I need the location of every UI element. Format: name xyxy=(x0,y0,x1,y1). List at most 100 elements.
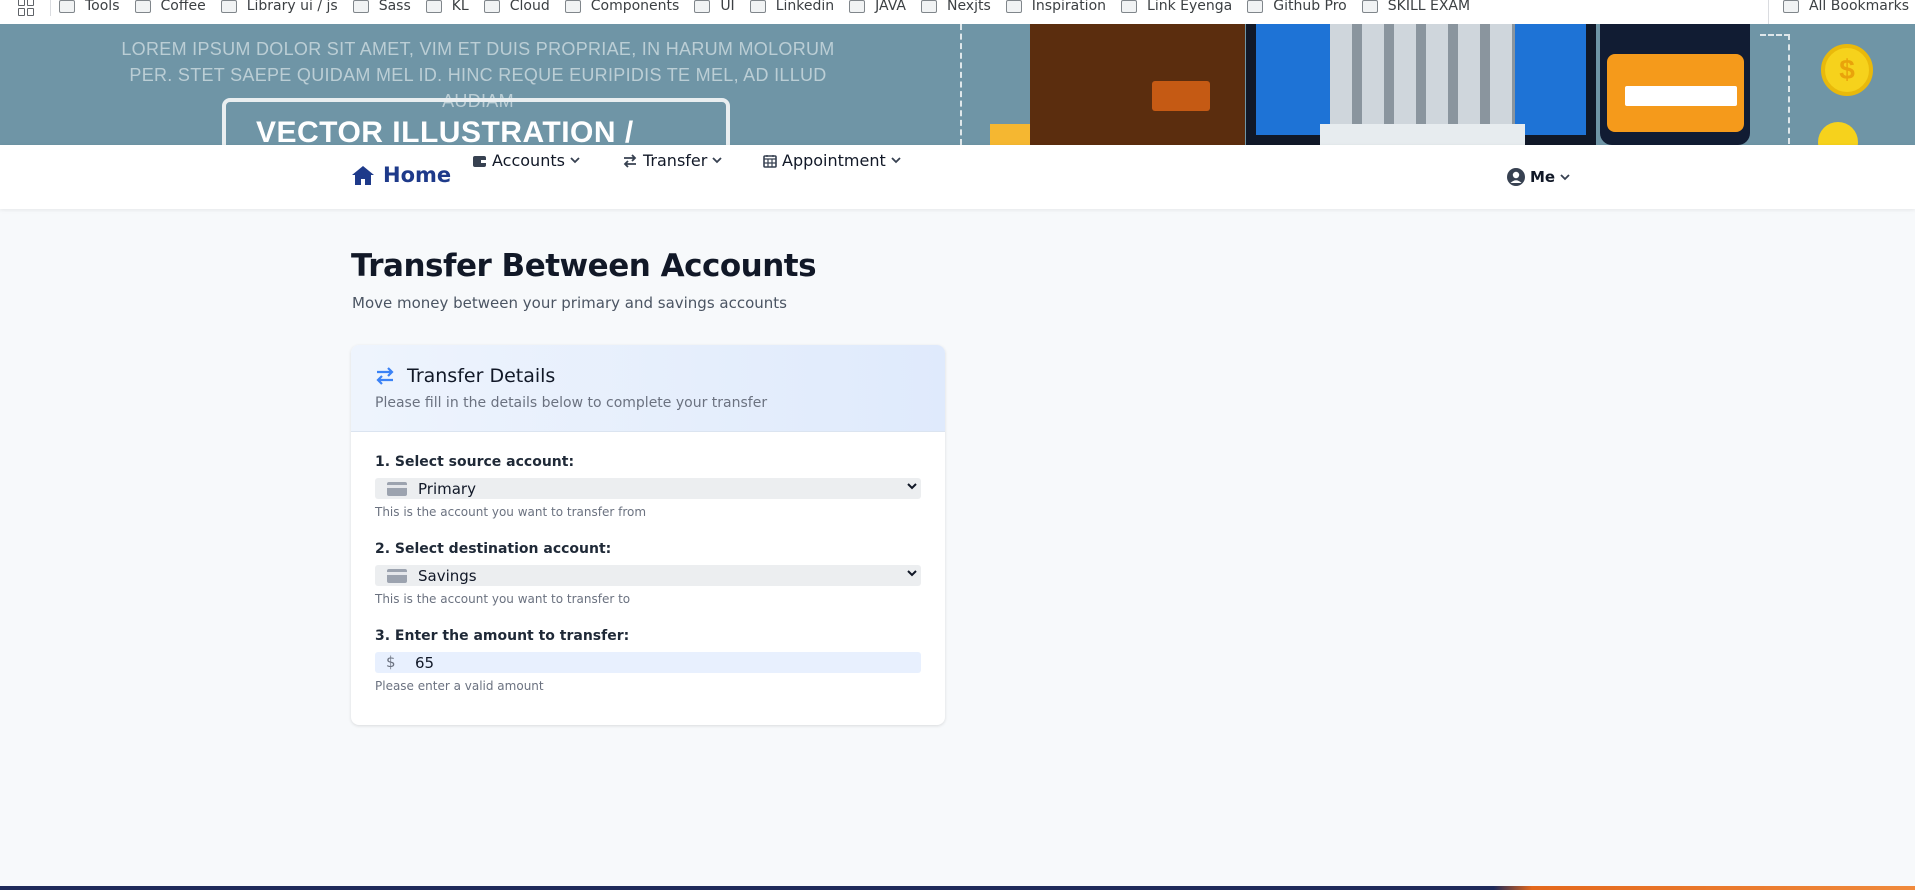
bookmark-folder[interactable]: Cloud xyxy=(483,0,550,14)
top-navbar: Home Accounts Transfer Appointment Me xyxy=(0,145,1915,209)
amount-field: 3. Enter the amount to transfer: $ Pleas… xyxy=(375,628,921,693)
all-bookmarks-label: All Bookmarks xyxy=(1808,0,1909,14)
calendar-icon xyxy=(763,154,777,168)
home-icon xyxy=(352,165,374,185)
bookmark-label: Cloud xyxy=(509,0,550,14)
folder-icon xyxy=(1247,0,1264,13)
bookmark-label: Inspiration xyxy=(1031,0,1107,14)
bookmark-folder[interactable]: Library ui / js xyxy=(220,0,338,14)
source-account-label: 1. Select source account: xyxy=(375,454,575,470)
bookmark-folder[interactable]: Nexjts xyxy=(920,0,991,14)
nav-accounts-dropdown[interactable]: Accounts xyxy=(472,151,585,170)
page-subtitle: Move money between your primary and savi… xyxy=(352,294,787,312)
folder-icon xyxy=(749,0,766,13)
bookmark-folder[interactable]: Tools xyxy=(59,0,120,14)
bookmark-label: Tools xyxy=(85,0,120,14)
transfer-arrows-icon xyxy=(623,153,637,168)
card-body: 1. Select source account: Primary This i… xyxy=(351,432,945,725)
folder-icon xyxy=(849,0,866,13)
bookmark-label: SKILL EXAM xyxy=(1387,0,1471,14)
destination-account-help: This is the account you want to transfer… xyxy=(375,592,631,606)
credit-card-icon xyxy=(387,569,407,583)
coin-icon xyxy=(1818,122,1858,145)
card-stripe xyxy=(1625,86,1737,106)
bookmark-label: Coffee xyxy=(160,0,206,14)
bookmark-label: Sass xyxy=(378,0,411,14)
bookmark-folder[interactable]: SKILL EXAM xyxy=(1361,0,1471,14)
chevron-down-icon xyxy=(570,157,580,164)
bookmark-folder[interactable]: JAVA xyxy=(849,0,906,14)
destination-account-label: 2. Select destination account: xyxy=(375,541,612,557)
bookmark-folder[interactable]: KL xyxy=(425,0,469,14)
bookmark-label: UI xyxy=(720,0,735,14)
bookmark-label: Github Pro xyxy=(1273,0,1347,14)
amount-input[interactable] xyxy=(415,652,915,673)
bookmark-label: KL xyxy=(451,0,469,14)
user-menu-dropdown[interactable]: Me xyxy=(1506,167,1570,187)
banner-badge: VECTOR ILLUSTRATION / EPS 10 xyxy=(222,98,730,145)
all-bookmarks[interactable]: All Bookmarks xyxy=(1767,0,1915,24)
destination-account-select[interactable]: Savings xyxy=(375,565,921,586)
folder-icon xyxy=(920,0,937,13)
source-account-field: 1. Select source account: Primary This i… xyxy=(375,454,921,519)
credit-card-icon xyxy=(387,482,407,496)
folder-icon xyxy=(483,0,500,13)
transfer-arrows-icon xyxy=(376,367,394,385)
bookmark-label: Link Eyenga xyxy=(1147,0,1233,14)
chevron-down-icon xyxy=(1560,173,1570,180)
box-highlight xyxy=(1152,81,1210,111)
nav-accounts-label: Accounts xyxy=(492,151,565,170)
page-title: Transfer Between Accounts xyxy=(351,248,817,284)
transfer-details-card: Transfer Details Please fill in the deta… xyxy=(351,345,945,725)
dollar-sign-icon: $ xyxy=(386,653,396,671)
bookmark-folder[interactable]: Sass xyxy=(352,0,411,14)
folder-icon xyxy=(1121,0,1138,13)
nav-home-link[interactable]: Home xyxy=(351,163,451,187)
folder-icon xyxy=(425,0,442,13)
bookmark-folder[interactable]: Linkedin xyxy=(749,0,835,14)
bookmark-folder[interactable]: Github Pro xyxy=(1247,0,1347,14)
coin-icon: $ xyxy=(1821,44,1873,96)
bookmarks-list: Tools Coffee Library ui / js Sass KL Cloud Com… xyxy=(59,0,1485,14)
folder-icon xyxy=(694,0,711,13)
folder-icon xyxy=(352,0,369,13)
amount-help: Please enter a valid amount xyxy=(375,679,544,693)
nav-appointment-label: Appointment xyxy=(782,151,886,170)
card-title-label: Transfer Details xyxy=(407,365,556,387)
hero-banner: LOREM IPSUM DOLOR SIT AMET, VIM ET DUIS … xyxy=(0,24,1915,145)
bookmarks-bar: Tools Coffee Library ui / js Sass KL Cloud Com… xyxy=(0,0,1915,24)
nav-home-label: Home xyxy=(383,163,452,187)
bottom-accent-bar xyxy=(0,886,1915,890)
source-account-select[interactable]: Primary xyxy=(375,478,921,499)
bookmark-folder[interactable]: Inspiration xyxy=(1005,0,1107,14)
destination-account-value: Savings xyxy=(418,567,477,585)
source-account-value: Primary xyxy=(418,480,476,498)
bank-base xyxy=(1320,124,1525,145)
card-title: Transfer Details xyxy=(375,365,921,387)
bookmark-folder[interactable]: Components xyxy=(564,0,679,14)
source-account-help: This is the account you want to transfer… xyxy=(375,505,647,519)
amount-label: 3. Enter the amount to transfer: xyxy=(375,628,630,644)
chevron-down-icon xyxy=(891,157,901,164)
bookmark-folder[interactable]: Link Eyenga xyxy=(1121,0,1232,14)
box-illustration xyxy=(1030,24,1245,145)
folder-icon xyxy=(564,0,581,13)
user-menu-label: Me xyxy=(1530,168,1556,186)
folder-icon xyxy=(1361,0,1378,13)
dashed-connector xyxy=(1760,34,1790,144)
bookmark-folder[interactable]: Coffee xyxy=(134,0,206,14)
bank-illustration xyxy=(1330,24,1515,124)
folder-icon xyxy=(59,0,75,13)
apps-grid-icon[interactable] xyxy=(18,0,36,16)
nav-transfer-dropdown[interactable]: Transfer xyxy=(622,151,727,170)
chevron-down-icon xyxy=(907,483,917,490)
nav-appointment-dropdown[interactable]: Appointment xyxy=(763,151,906,170)
card-description: Please fill in the details below to comp… xyxy=(375,395,768,411)
bookmark-folder[interactable]: UI xyxy=(694,0,735,14)
bookmark-label: Linkedin xyxy=(775,0,835,14)
chevron-down-icon xyxy=(712,157,722,164)
folder-icon xyxy=(134,0,151,13)
folder-icon xyxy=(1782,0,1799,13)
user-circle-icon xyxy=(1507,168,1525,186)
bookmark-label: JAVA xyxy=(875,0,906,14)
